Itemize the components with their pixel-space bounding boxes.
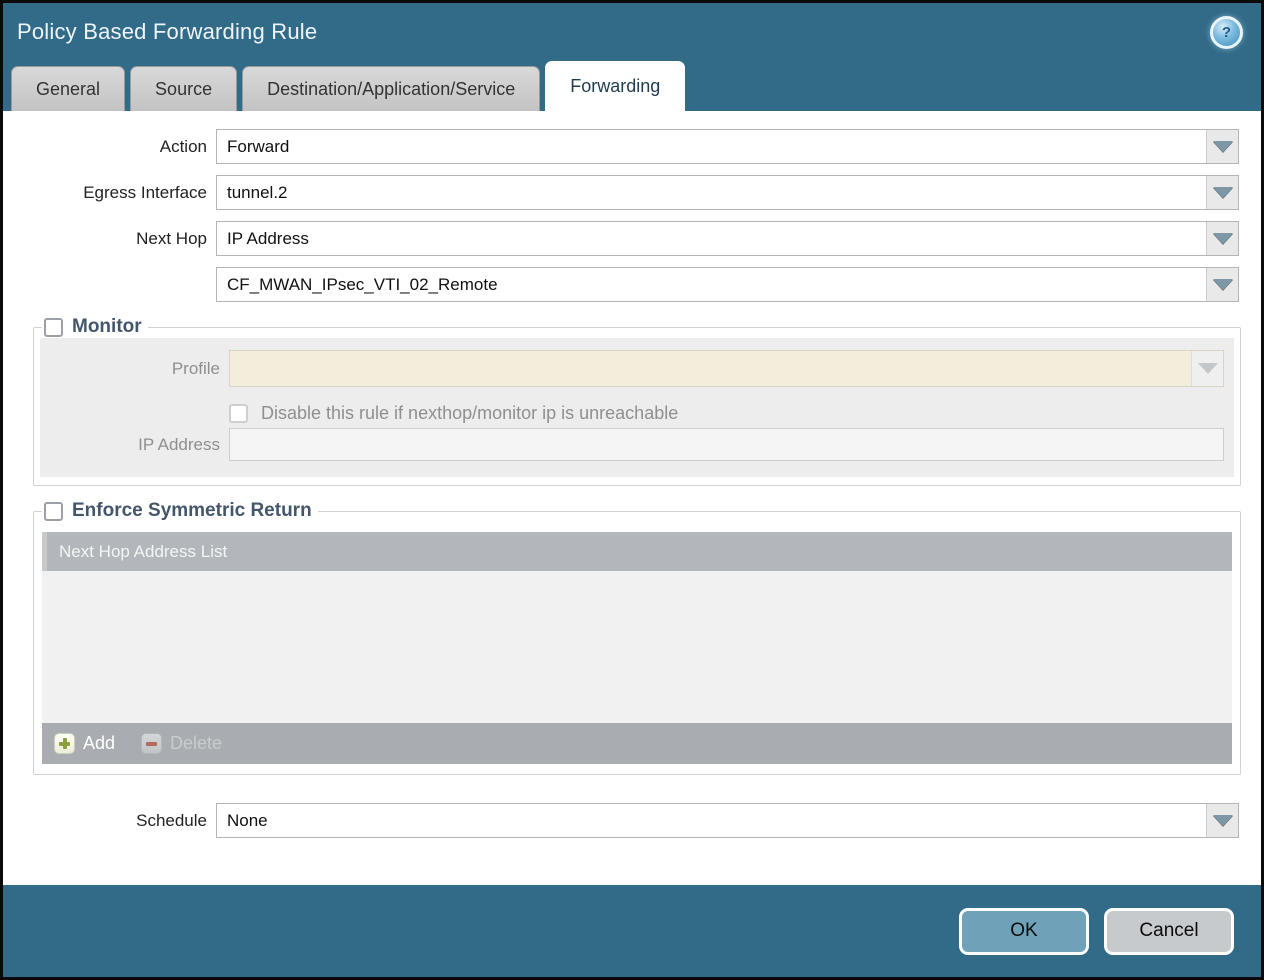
next-hop-dropdown-button[interactable] xyxy=(1206,222,1238,255)
monitor-checkbox[interactable] xyxy=(44,318,63,337)
monitor-title: Monitor xyxy=(72,316,142,338)
schedule-dropdown-button[interactable] xyxy=(1206,804,1238,837)
tab-source[interactable]: Source xyxy=(130,66,237,111)
monitor-legend: Monitor xyxy=(42,316,148,338)
next-hop-address-list-toolbar: Add Delete xyxy=(42,723,1232,764)
disable-rule-row: Disable this rule if nexthop/monitor ip … xyxy=(229,399,1224,428)
delete-button-label: Delete xyxy=(170,733,222,754)
schedule-value: None xyxy=(217,804,1206,837)
next-hop-address-list-body[interactable] xyxy=(42,571,1232,723)
monitor-ip-row: IP Address xyxy=(40,428,1224,461)
monitor-section: Monitor Profile Disable this rule if nex… xyxy=(33,316,1241,486)
policy-based-forwarding-dialog: Policy Based Forwarding Rule ? General S… xyxy=(0,0,1264,980)
next-hop-address-list-table: Next Hop Address List Add Delete xyxy=(42,532,1232,764)
help-icon[interactable]: ? xyxy=(1210,16,1243,49)
egress-interface-value: tunnel.2 xyxy=(217,176,1206,209)
monitor-ip-label: IP Address xyxy=(40,435,229,455)
enforce-legend: Enforce Symmetric Return xyxy=(42,500,318,522)
chevron-down-icon xyxy=(1213,141,1233,152)
action-dropdown-button[interactable] xyxy=(1206,130,1238,163)
tab-general[interactable]: General xyxy=(11,66,125,111)
tab-forwarding[interactable]: Forwarding xyxy=(545,61,685,111)
tab-bar: General Source Destination/Application/S… xyxy=(3,61,1261,111)
monitor-ip-input xyxy=(229,428,1224,461)
monitor-body: Profile Disable this rule if nexthop/mon… xyxy=(40,338,1234,477)
next-hop-label: Next Hop xyxy=(3,229,216,249)
enforce-symmetric-return-checkbox[interactable] xyxy=(44,502,63,521)
dialog-titlebar: Policy Based Forwarding Rule ? xyxy=(3,3,1261,61)
ok-button[interactable]: OK xyxy=(959,908,1089,955)
next-hop-address-dropdown[interactable]: CF_MWAN_IPsec_VTI_02_Remote xyxy=(216,267,1239,302)
action-row: Action Forward xyxy=(3,129,1239,164)
next-hop-address-dropdown-button[interactable] xyxy=(1206,268,1238,301)
schedule-label: Schedule xyxy=(3,811,216,831)
profile-dropdown xyxy=(229,350,1224,387)
add-button-label: Add xyxy=(83,733,115,754)
next-hop-address-list-header: Next Hop Address List xyxy=(42,532,1232,571)
cancel-button[interactable]: Cancel xyxy=(1104,908,1234,955)
plus-icon xyxy=(54,733,75,754)
egress-interface-dropdown-button[interactable] xyxy=(1206,176,1238,209)
dialog-footer: OK Cancel xyxy=(3,885,1261,977)
tab-content-forwarding: Action Forward Egress Interface tunnel.2… xyxy=(3,111,1261,885)
schedule-dropdown[interactable]: None xyxy=(216,803,1239,838)
dialog-title: Policy Based Forwarding Rule xyxy=(17,19,317,45)
profile-dropdown-button xyxy=(1191,351,1223,386)
tab-destination-application-service[interactable]: Destination/Application/Service xyxy=(242,66,540,111)
add-button[interactable]: Add xyxy=(54,733,115,754)
action-label: Action xyxy=(3,137,216,157)
disable-rule-checkbox xyxy=(229,404,248,423)
chevron-down-icon xyxy=(1213,815,1233,826)
next-hop-value: IP Address xyxy=(217,222,1206,255)
chevron-down-icon xyxy=(1213,187,1233,198)
profile-value xyxy=(230,351,1191,386)
profile-row: Profile xyxy=(40,350,1224,387)
chevron-down-icon xyxy=(1213,233,1233,244)
egress-interface-row: Egress Interface tunnel.2 xyxy=(3,175,1239,210)
egress-interface-dropdown[interactable]: tunnel.2 xyxy=(216,175,1239,210)
action-dropdown[interactable]: Forward xyxy=(216,129,1239,164)
minus-icon xyxy=(141,733,162,754)
next-hop-dropdown[interactable]: IP Address xyxy=(216,221,1239,256)
chevron-down-icon xyxy=(1198,363,1218,374)
schedule-row: Schedule None xyxy=(3,803,1239,838)
delete-button: Delete xyxy=(141,733,222,754)
action-value: Forward xyxy=(217,130,1206,163)
profile-label: Profile xyxy=(40,359,229,379)
chevron-down-icon xyxy=(1213,279,1233,290)
disable-rule-label: Disable this rule if nexthop/monitor ip … xyxy=(261,403,678,424)
egress-interface-label: Egress Interface xyxy=(3,183,216,203)
next-hop-address-value: CF_MWAN_IPsec_VTI_02_Remote xyxy=(217,268,1206,301)
next-hop-row: Next Hop IP Address xyxy=(3,221,1239,256)
enforce-symmetric-return-section: Enforce Symmetric Return Next Hop Addres… xyxy=(33,500,1241,775)
next-hop-address-row: CF_MWAN_IPsec_VTI_02_Remote xyxy=(3,267,1239,302)
enforce-symmetric-return-title: Enforce Symmetric Return xyxy=(72,500,312,522)
